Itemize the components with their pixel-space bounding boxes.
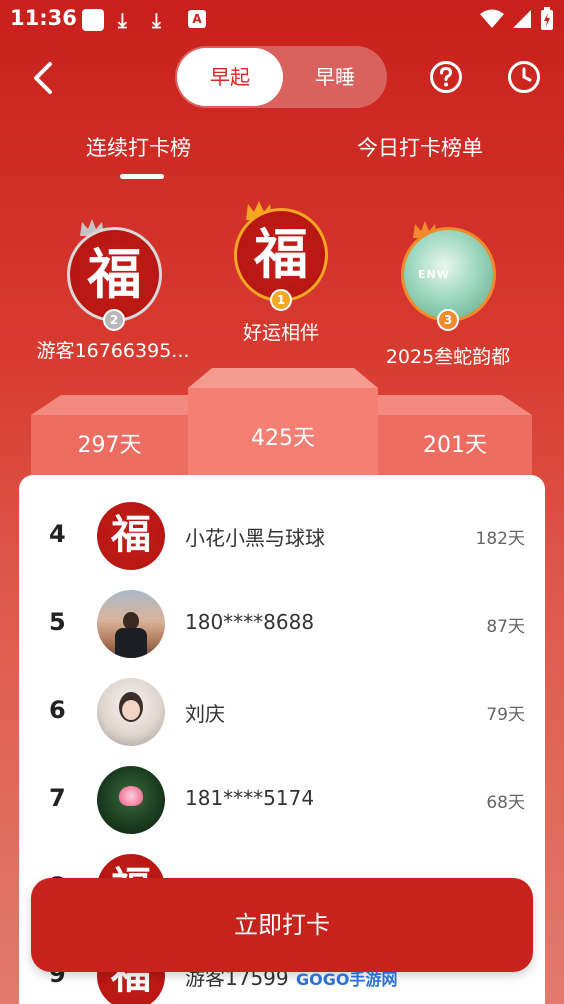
mode-segment: 早起 早睡 <box>175 46 387 108</box>
battery-icon <box>541 7 553 30</box>
list-item[interactable]: 6 刘庆 79天 <box>19 668 545 756</box>
notification-icon <box>82 9 104 31</box>
avatar <box>97 766 165 834</box>
avatar[interactable]: ENW <box>401 227 496 322</box>
podium-days: 201天 <box>423 433 487 458</box>
status-bar: 11:36 ⤓ ⤓ A <box>0 0 564 40</box>
avatar <box>97 678 165 746</box>
podium-block-1: 425天 <box>188 368 378 480</box>
avatar[interactable]: 福 <box>67 227 162 322</box>
app-notification-icon: A <box>188 10 206 28</box>
podium-block-3: 201天 <box>378 395 532 480</box>
lotus-flower <box>119 786 143 806</box>
rank-badge: 1 <box>270 289 292 311</box>
avatar <box>97 590 165 658</box>
help-icon[interactable] <box>429 60 463 94</box>
podium-days: 297天 <box>77 433 142 458</box>
avatar-face <box>122 700 140 720</box>
download-icon: ⤓ <box>118 8 127 32</box>
streak-days: 87天 <box>486 617 525 637</box>
clock-icon[interactable] <box>507 60 541 94</box>
check-in-button[interactable]: 立即打卡 <box>31 878 533 972</box>
podium-name: 游客16766395... <box>36 340 190 362</box>
rank-number: 5 <box>49 608 66 636</box>
podium-block-2: 297天 <box>31 395 188 480</box>
segment-early-sleep[interactable]: 早睡 <box>285 48 385 106</box>
download-icon: ⤓ <box>152 8 161 32</box>
back-icon[interactable] <box>26 58 62 98</box>
rank-number: 6 <box>49 696 66 724</box>
rank-number: 7 <box>49 784 66 812</box>
user-name: 刘庆 <box>185 702 225 726</box>
streak-days: 182天 <box>475 529 525 549</box>
avatar-product-label: ENW <box>418 268 450 281</box>
status-time: 11:36 <box>10 6 77 30</box>
streak-days: 79天 <box>486 705 525 725</box>
avatar: 福 <box>97 502 165 570</box>
podium-name: 好运相伴 <box>242 322 319 344</box>
avatar-body <box>115 628 147 658</box>
podium-days: 425天 <box>251 426 315 451</box>
podium-name: 2025叁蛇韵都 <box>385 346 511 368</box>
tab-indicator <box>120 174 164 179</box>
segment-early-rise[interactable]: 早起 <box>177 48 283 106</box>
user-name: 180****8688 <box>185 610 315 634</box>
signal-icon <box>513 10 531 28</box>
list-item[interactable]: 5 180****8688 87天 <box>19 580 545 668</box>
streak-days: 68天 <box>486 793 525 813</box>
list-item[interactable]: 4 福 小花小黑与球球 182天 <box>19 492 545 580</box>
rank-number: 4 <box>49 520 66 548</box>
rank-badge: 2 <box>103 309 125 331</box>
tab-streak-ranking[interactable]: 连续打卡榜 <box>86 132 191 162</box>
user-name: 181****5174 <box>185 786 315 810</box>
avatar[interactable]: 福 <box>234 208 328 302</box>
tab-today-ranking[interactable]: 今日打卡榜单 <box>357 132 483 162</box>
wifi-icon <box>480 9 504 28</box>
watermark-logo: GOGO手游网 <box>296 970 398 989</box>
list-item[interactable]: 7 181****5174 68天 <box>19 756 545 844</box>
rank-badge: 3 <box>437 309 459 331</box>
user-name: 小花小黑与球球 <box>185 526 325 550</box>
